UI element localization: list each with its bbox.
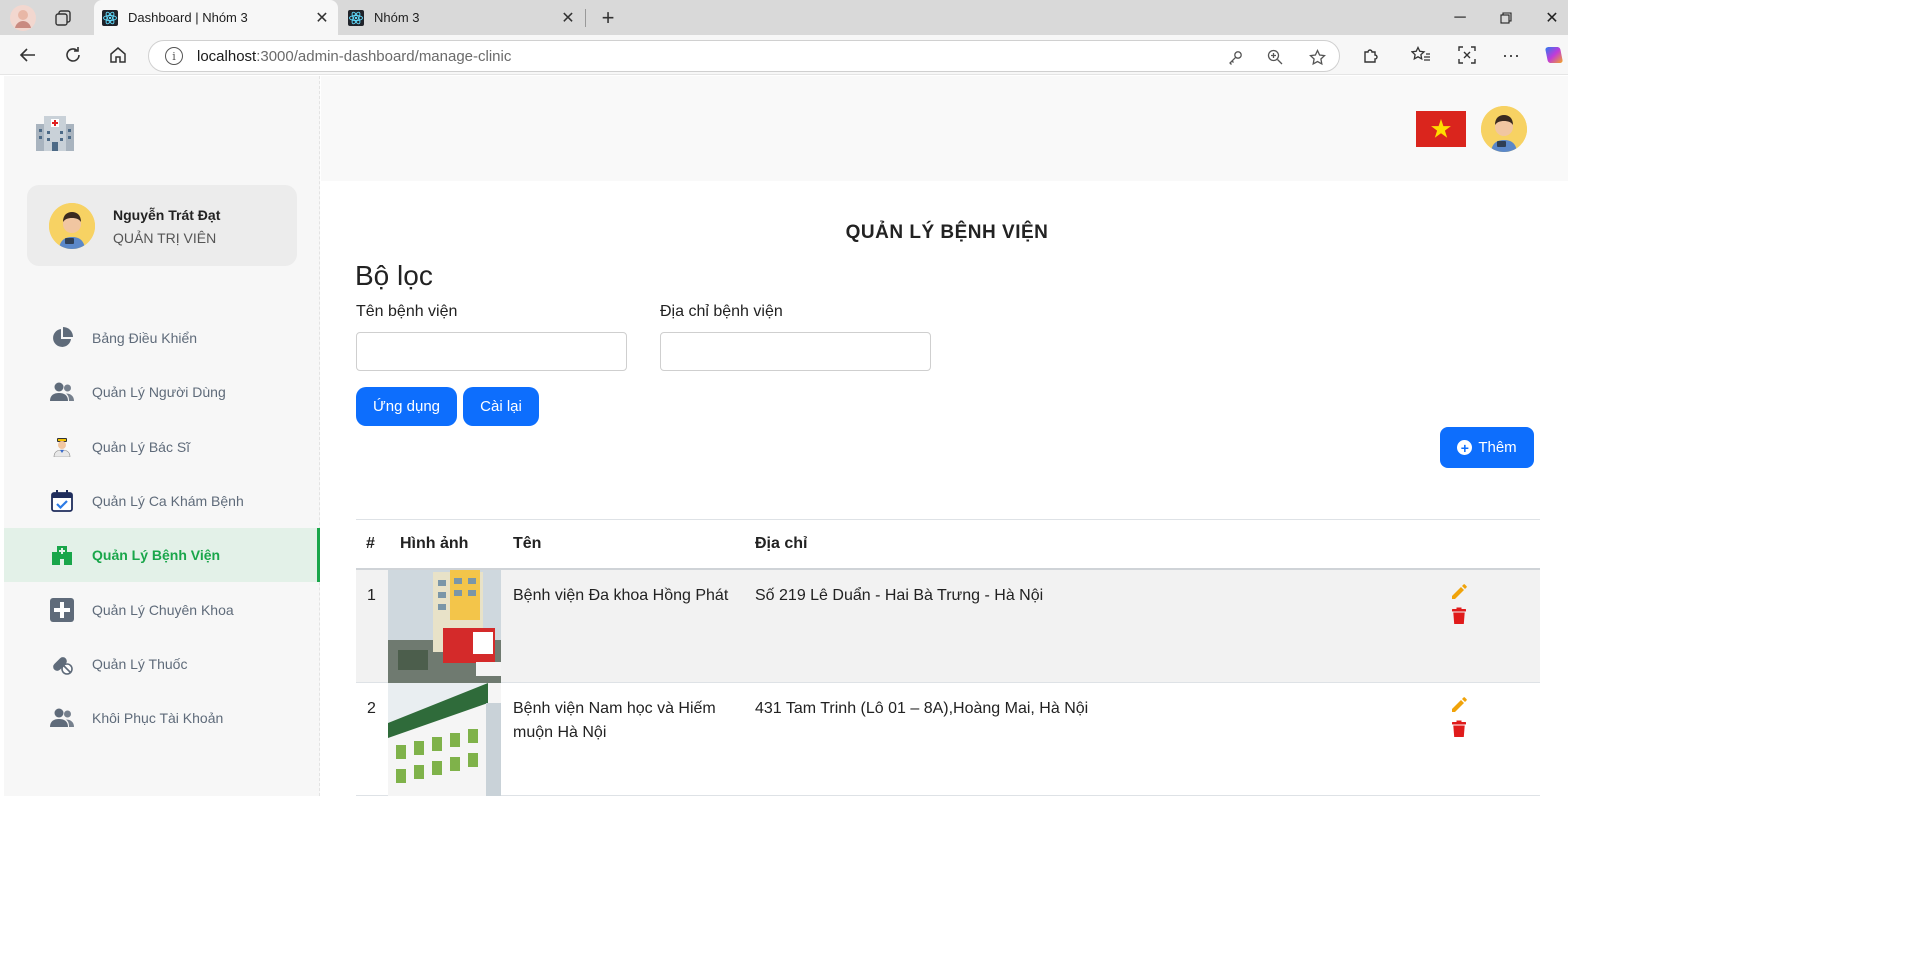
user-role: QUẢN TRỊ VIÊN [113, 230, 217, 246]
table-header: # Hình ảnh Tên Địa chỉ [356, 519, 1540, 570]
filter-heading: Bộ lọc [355, 260, 433, 291]
sidebar-item-appointments[interactable]: Quản Lý Ca Khám Bệnh [4, 474, 320, 528]
sidebar-item-dashboard[interactable]: Bảng Điều Khiển [4, 311, 320, 365]
table-row: 1 Bệnh viện Đa khoa Hồng Phát Số 219 Lê … [356, 570, 1540, 683]
close-window-icon[interactable]: ✕ [1540, 6, 1564, 30]
user-name: Nguyễn Trát Đạt [113, 207, 221, 223]
hospital-name: Bệnh viện Đa khoa Hồng Phát [513, 587, 729, 604]
row-index: 2 [367, 700, 376, 717]
sidebar-item-label: Quản Lý Người Dùng [92, 384, 226, 400]
tab-title: Dashboard | Nhóm 3 [128, 10, 248, 25]
zoom-icon[interactable] [1265, 47, 1285, 67]
restore-icon[interactable] [1494, 6, 1518, 30]
workspaces-icon[interactable] [52, 7, 74, 29]
column-header-index: # [366, 535, 375, 552]
pie-chart-icon [49, 325, 75, 351]
delete-trash-icon[interactable] [1450, 720, 1468, 738]
users-icon [49, 379, 75, 405]
page-title: QUẢN LÝ BỆNH VIỆN [845, 222, 1049, 243]
favorite-star-icon[interactable] [1307, 47, 1327, 67]
pills-icon [49, 651, 75, 677]
tab-title: Nhóm 3 [374, 10, 420, 25]
sidebar-item-doctors[interactable]: Quản Lý Bác Sĩ [4, 420, 320, 474]
hospital-image [388, 683, 501, 796]
edit-pencil-icon[interactable] [1450, 696, 1468, 714]
react-icon [348, 9, 364, 26]
hospital-image [388, 570, 501, 683]
hospital-address: Số 219 Lê Duẩn - Hai Bà Trưng - Hà Nội [755, 587, 1044, 604]
sidebar-item-label: Quản Lý Thuốc [92, 656, 188, 672]
sidebar-item-label: Bảng Điều Khiển [92, 330, 198, 346]
tab-nhom-3[interactable]: Nhóm 3 ✕ [340, 0, 584, 35]
new-tab-icon[interactable]: + [596, 5, 620, 30]
sidebar-item-specialties[interactable]: Quản Lý Chuyên Khoa [4, 583, 320, 637]
url-host: localhost [197, 47, 257, 65]
sidebar-item-users[interactable]: Quản Lý Người Dùng [4, 365, 320, 419]
sidebar-item-label: Quản Lý Bác Sĩ [92, 439, 191, 455]
header-avatar[interactable] [1481, 106, 1527, 152]
browser-toolbar: i localhost:3000/admin-dashboard/manage-… [0, 35, 1568, 75]
hospital-name-label: Tên bệnh viện [356, 303, 458, 320]
tab-dashboard[interactable]: Dashboard | Nhóm 3 ✕ [94, 0, 338, 35]
profile-avatar-icon[interactable] [10, 5, 36, 31]
site-info-icon[interactable]: i [165, 47, 183, 65]
refresh-icon[interactable] [60, 43, 86, 67]
sidebar-item-hospitals[interactable]: Quản Lý Bệnh Viện [4, 528, 320, 582]
browser-tab-bar: Dashboard | Nhóm 3 ✕ Nhóm 3 ✕ + ─ ✕ [0, 0, 1568, 35]
calendar-check-icon [49, 488, 75, 514]
more-options-icon[interactable]: ··· [1498, 43, 1524, 67]
delete-trash-icon[interactable] [1450, 607, 1468, 625]
minimize-icon[interactable]: ─ [1448, 6, 1472, 30]
sidebar-item-restore-accounts[interactable]: Khôi Phục Tài Khoản [4, 691, 320, 745]
reset-filter-button[interactable]: Cài lại [463, 387, 539, 426]
favorites-icon[interactable] [1408, 43, 1434, 67]
add-button-label: Thêm [1478, 439, 1517, 456]
extensions-icon[interactable] [1358, 43, 1384, 67]
sidebar-item-label: Quản Lý Ca Khám Bệnh [92, 493, 244, 509]
key-icon[interactable] [1225, 47, 1245, 67]
column-header-image: Hình ảnh [400, 535, 469, 552]
home-icon[interactable] [105, 43, 131, 67]
sidebar: Nguyễn Trát Đạt QUẢN TRỊ VIÊN Bảng Điều … [4, 76, 320, 796]
plus-circle-icon: + [1457, 440, 1473, 455]
users-restore-icon [49, 705, 75, 731]
sidebar-item-label: Quản Lý Bệnh Viện [92, 547, 221, 563]
user-profile-card[interactable]: Nguyễn Trát Đạt QUẢN TRỊ VIÊN [27, 185, 297, 266]
medical-cross-icon [49, 597, 75, 623]
column-header-name: Tên [513, 535, 542, 552]
react-icon [102, 9, 118, 26]
hospital-address: 431 Tam Trinh (Lô 01 – 8A),Hoàng Mai, Hà… [755, 700, 1089, 717]
hospital-address-label: Địa chỉ bệnh viện [660, 303, 783, 320]
close-tab-icon[interactable]: ✕ [558, 8, 578, 28]
hospital-name: Bệnh viện Nam học và Hiếm muộn Hà Nội [513, 700, 716, 741]
close-tab-icon[interactable]: ✕ [312, 8, 332, 28]
url-path: :3000/admin-dashboard/manage-clinic [256, 47, 512, 65]
back-icon[interactable] [15, 43, 41, 67]
address-bar[interactable]: i localhost:3000/admin-dashboard/manage-… [148, 40, 1340, 72]
vietnam-flag-icon[interactable] [1416, 111, 1466, 147]
edit-pencil-icon[interactable] [1450, 583, 1468, 601]
top-header [321, 76, 1568, 181]
table-row: 2 Bệnh viện Nam học và Hiếm muộn Hà Nội … [356, 683, 1540, 796]
hospital-address-input[interactable] [660, 332, 931, 371]
apply-filter-button[interactable]: Ứng dụng [356, 387, 457, 426]
tab-divider [585, 9, 586, 27]
sidebar-item-label: Khôi Phục Tài Khoản [92, 710, 224, 726]
row-index: 1 [367, 587, 376, 604]
screenshot-icon[interactable] [1454, 43, 1480, 67]
hospital-name-input[interactable] [356, 332, 627, 371]
doctor-icon [49, 434, 75, 460]
sidebar-item-label: Quản Lý Chuyên Khoa [92, 602, 234, 618]
hospital-logo-icon[interactable] [32, 112, 78, 152]
sidebar-item-medicines[interactable]: Quản Lý Thuốc [4, 637, 320, 691]
add-hospital-button[interactable]: + Thêm [1440, 427, 1534, 468]
hospital-icon [49, 542, 75, 568]
copilot-icon[interactable] [1541, 43, 1567, 67]
avatar [49, 203, 95, 249]
column-header-address: Địa chỉ [755, 535, 808, 552]
